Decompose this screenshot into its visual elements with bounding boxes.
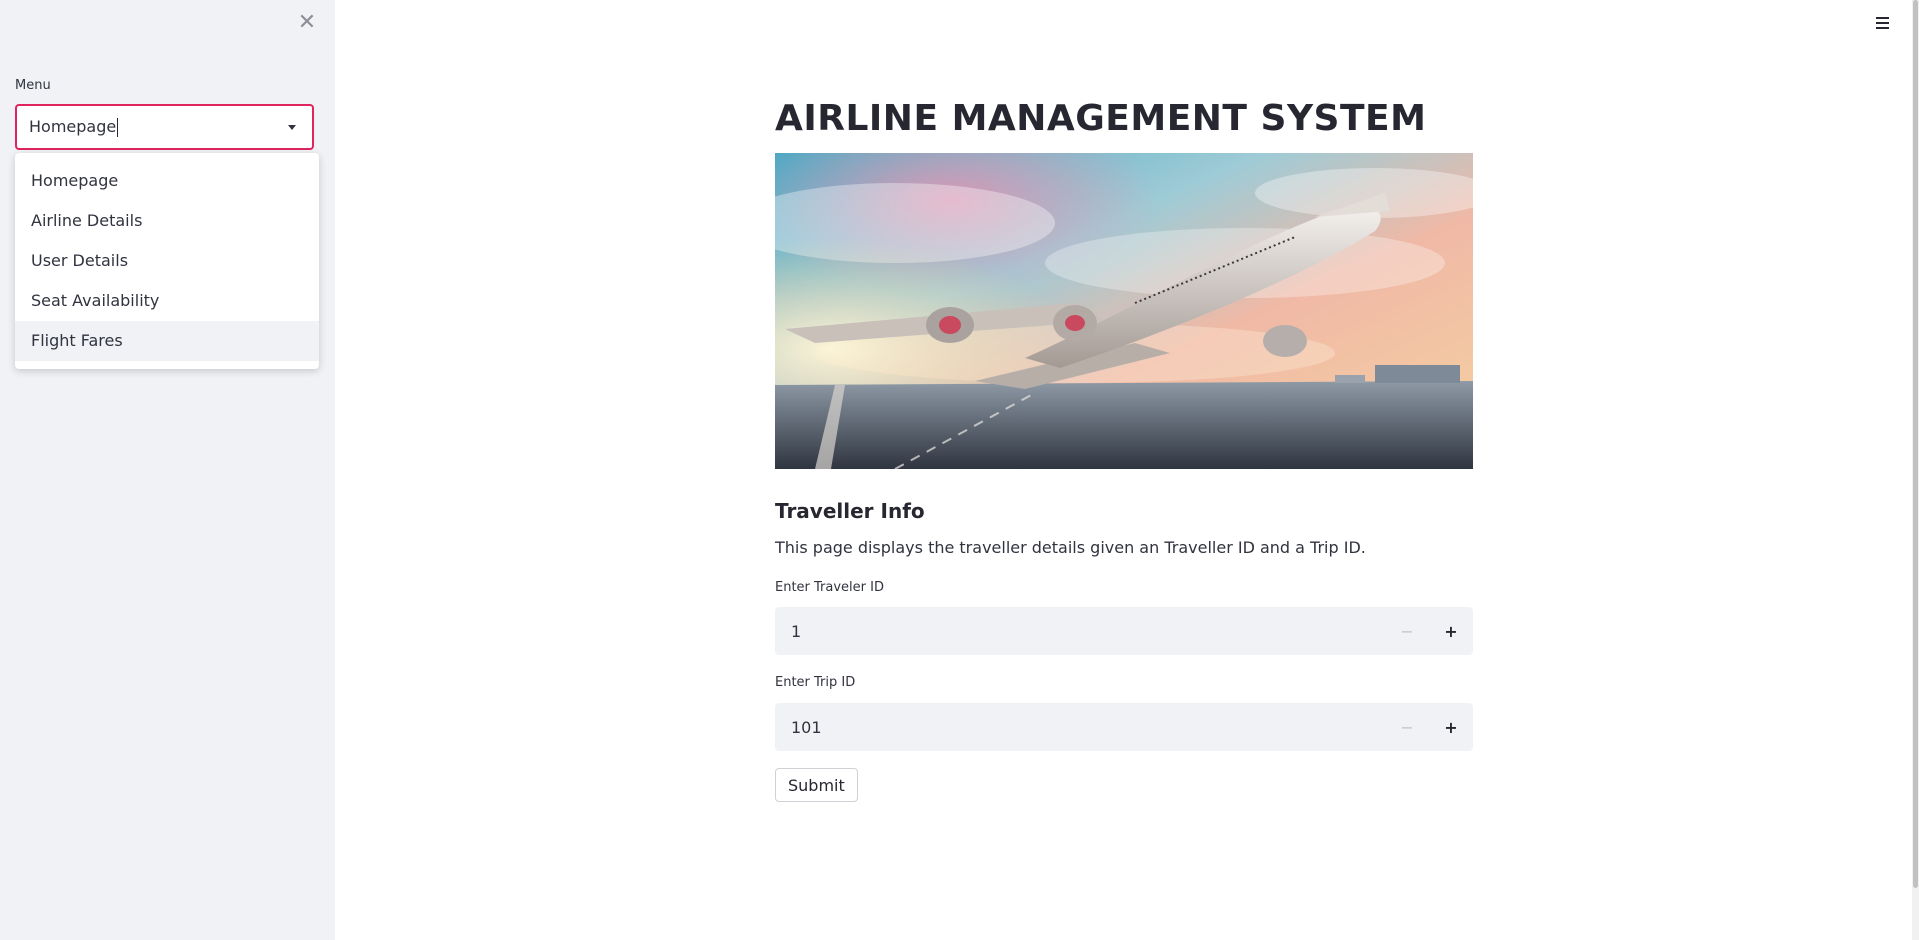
menu-option-flight-fares[interactable]: Flight Fares (15, 321, 319, 361)
traveler-id-stepper: − + (775, 606, 1473, 656)
page-title: AIRLINE MANAGEMENT SYSTEM (775, 98, 1427, 139)
section-description: This page displays the traveller details… (775, 538, 1366, 557)
menu-select-value[interactable]: Homepage (29, 117, 288, 137)
scrollbar[interactable] (1912, 0, 1919, 940)
trip-id-label: Enter Trip ID (775, 675, 856, 690)
trip-id-stepper: − + (775, 702, 1473, 752)
hamburger-menu-icon[interactable] (1874, 14, 1892, 30)
submit-button[interactable]: Submit (775, 768, 858, 802)
traveler-id-decrement-button[interactable]: − (1385, 607, 1429, 655)
trip-id-increment-button[interactable]: + (1429, 703, 1473, 751)
section-subheader: Traveller Info (775, 499, 925, 523)
menu-option-homepage[interactable]: Homepage (15, 161, 319, 201)
sidebar: ✕ Menu Homepage Homepage Airline Details… (0, 0, 335, 940)
menu-option-seat-availability[interactable]: Seat Availability (15, 281, 319, 321)
trip-id-decrement-button[interactable]: − (1385, 703, 1429, 751)
close-icon[interactable]: ✕ (296, 12, 318, 34)
menu-dropdown: Homepage Airline Details User Details Se… (15, 153, 319, 369)
airplane-hero-image (775, 153, 1473, 469)
traveler-id-label: Enter Traveler ID (775, 580, 884, 595)
menu-option-user-details[interactable]: User Details (15, 241, 319, 281)
trip-id-input[interactable] (775, 702, 1385, 752)
menu-select[interactable]: Homepage (15, 104, 314, 150)
traveler-id-input[interactable] (775, 606, 1385, 656)
chevron-down-icon[interactable] (288, 124, 296, 130)
menu-label: Menu (15, 78, 51, 93)
menu-option-airline-details[interactable]: Airline Details (15, 201, 319, 241)
traveler-id-increment-button[interactable]: + (1429, 607, 1473, 655)
scrollbar-thumb[interactable] (1913, 0, 1918, 888)
